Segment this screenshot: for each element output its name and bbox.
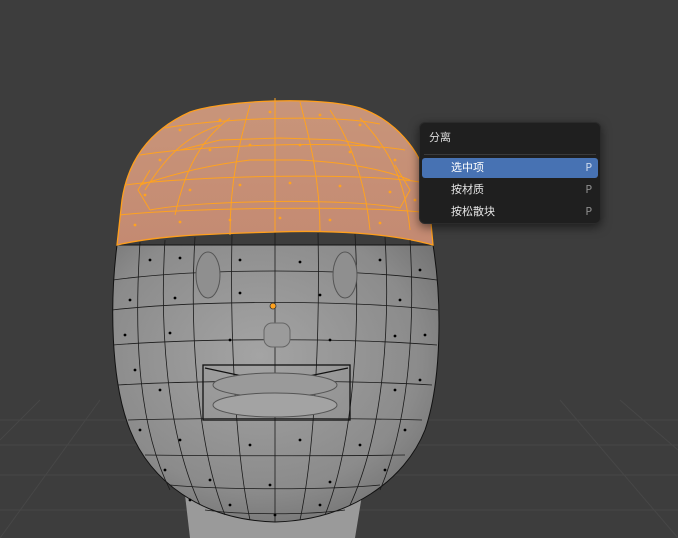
menu-item-label: 选中项 [451, 161, 484, 174]
menu-item-shortcut: P [585, 161, 592, 174]
left-eye [195, 251, 221, 299]
viewport-scene [0, 98, 678, 538]
separate-menu: 分离 选中项 P 按材质 P 按松散块 P [419, 122, 601, 224]
menu-item-by-material[interactable]: 按材质 P [422, 180, 598, 200]
menu-item-shortcut: P [585, 205, 592, 218]
menu-item-shortcut: P [585, 183, 592, 196]
object-origin [269, 302, 277, 310]
nose [263, 322, 291, 348]
menu-title: 分离 [429, 131, 451, 144]
menu-item-by-loose-parts[interactable]: 按松散块 P [422, 202, 598, 222]
menu-divider [424, 154, 596, 155]
3d-viewport[interactable] [0, 0, 678, 538]
right-eye [332, 251, 358, 299]
menu-item-selection[interactable]: 选中项 P [422, 158, 598, 178]
menu-item-label: 按松散块 [451, 205, 495, 218]
menu-item-label: 按材质 [451, 183, 484, 196]
